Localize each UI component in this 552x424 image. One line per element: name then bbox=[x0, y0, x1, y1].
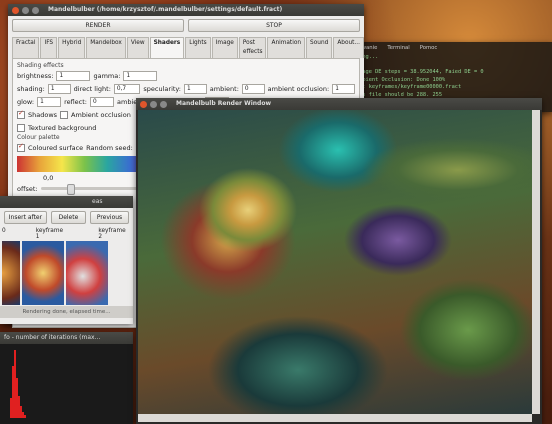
settings-tabs: Fractal IFS Hybrid Mandelbox View Shader… bbox=[8, 35, 364, 58]
coloured-surface-label: Coloured surface bbox=[28, 143, 84, 152]
tab-sound[interactable]: Sound bbox=[306, 37, 333, 58]
minimize-icon[interactable] bbox=[22, 6, 29, 14]
reflect-label: reflect: bbox=[64, 97, 87, 106]
gamma-field[interactable]: 1 bbox=[123, 70, 158, 81]
vertical-scrollbar[interactable] bbox=[532, 110, 540, 414]
keyframe-header: 0 bbox=[2, 228, 6, 234]
main-titlebar[interactable]: Mandelbulber (/home/krzysztof/.mandelbul… bbox=[8, 4, 364, 16]
ambient-occlusion-checkbox[interactable] bbox=[60, 110, 69, 119]
render-button[interactable]: RENDER bbox=[12, 19, 184, 32]
gamma-label: gamma: bbox=[93, 71, 121, 80]
horizontal-scrollbar[interactable] bbox=[138, 414, 532, 422]
terminal-menu-help[interactable]: Pomoc bbox=[420, 45, 438, 51]
close-icon[interactable] bbox=[140, 100, 147, 108]
tab-about[interactable]: About... bbox=[333, 37, 364, 58]
render-window-title: Mandelbulb Render Window bbox=[176, 100, 271, 107]
terminal-line: nace Ambient Occlusion: Done 100% bbox=[340, 76, 446, 83]
keyframe-header: keyframe 1 bbox=[35, 228, 64, 240]
shading-label: shading: bbox=[17, 84, 45, 93]
keyframes-window: eas Insert after Delete Previous 0 keyfr… bbox=[0, 196, 133, 324]
histogram-window: fo - number of iterations (max... bbox=[0, 332, 133, 424]
textured-background-checkbox[interactable] bbox=[17, 123, 25, 132]
shading-field[interactable]: 1 bbox=[47, 83, 71, 94]
histogram-bar bbox=[24, 415, 26, 418]
tab-view[interactable]: View bbox=[126, 37, 149, 58]
brightness-field[interactable]: 1 bbox=[56, 70, 91, 81]
keyframe-thumbnail[interactable] bbox=[2, 241, 20, 305]
histogram-title: fo - number of iterations (max... bbox=[4, 334, 101, 341]
tab-image[interactable]: Image bbox=[211, 37, 238, 58]
tab-hybrid[interactable]: Hybrid bbox=[58, 37, 86, 58]
brightness-label: brightness: bbox=[17, 71, 54, 80]
tab-ifs[interactable]: IFS bbox=[40, 37, 58, 58]
ambient-occlusion-check-label: Ambient occlusion bbox=[71, 110, 131, 119]
keyframes-titlebar[interactable]: eas bbox=[0, 196, 133, 208]
keyframe-header: keyframe 2 bbox=[98, 228, 126, 240]
terminal-line: rendering... bbox=[336, 54, 552, 62]
coloured-surface-checkbox[interactable] bbox=[17, 142, 25, 152]
ambient-label: ambient: bbox=[209, 84, 239, 93]
tab-shaders[interactable]: Shaders bbox=[149, 37, 185, 58]
shadows-label: Shadows bbox=[28, 110, 58, 119]
glow-label: glow: bbox=[17, 97, 35, 106]
offset-slider-handle[interactable] bbox=[66, 184, 75, 195]
window-title: Mandelbulber (/home/krzysztof/.mandelbul… bbox=[48, 6, 283, 13]
tab-fractal[interactable]: Fractal bbox=[12, 37, 40, 58]
textured-background-label: Textured background bbox=[28, 123, 97, 132]
specularity-field[interactable]: 1 bbox=[184, 83, 207, 94]
ambient-occlusion-label: ambient occlusion: bbox=[267, 84, 330, 93]
keyframe-thumbnail[interactable] bbox=[66, 241, 108, 305]
delete-button[interactable]: Delete bbox=[50, 211, 86, 224]
specularity-label: specularity: bbox=[143, 84, 181, 93]
render-window: Mandelbulb Render Window bbox=[136, 98, 542, 424]
keyframe-thumbnail[interactable] bbox=[22, 241, 64, 305]
ambient-occlusion-field[interactable]: 1 bbox=[332, 83, 355, 94]
keyframes-title: eas bbox=[92, 198, 103, 205]
minimize-icon[interactable] bbox=[150, 100, 157, 108]
offset-label: offset: bbox=[17, 184, 38, 193]
terminal-line: Loaded bbox=[336, 62, 552, 70]
insert-after-button[interactable]: Insert after bbox=[4, 211, 47, 224]
direct-light-field[interactable]: 0,7 bbox=[113, 83, 141, 94]
shadows-checkbox[interactable] bbox=[17, 109, 25, 119]
previous-button[interactable]: Previous bbox=[90, 211, 129, 224]
direct-light-label: direct light: bbox=[73, 84, 111, 93]
glow-field[interactable]: 1 bbox=[37, 96, 62, 107]
maximize-icon[interactable] bbox=[32, 6, 39, 14]
reflect-field[interactable]: 0 bbox=[90, 96, 114, 107]
histogram-titlebar[interactable]: fo - number of iterations (max... bbox=[0, 332, 133, 344]
terminal-menu-terminal[interactable]: Terminal bbox=[387, 45, 409, 51]
tab-lights[interactable]: Lights bbox=[185, 37, 211, 58]
maximize-icon[interactable] bbox=[160, 100, 167, 108]
terminal-line: pressed: keyframes/keyframe00000.fract bbox=[340, 84, 462, 90]
tab-mandelbox[interactable]: Mandelbox bbox=[86, 37, 126, 58]
render-titlebar[interactable]: Mandelbulb Render Window bbox=[136, 98, 542, 110]
render-status: Rendering done, elapsed time... bbox=[0, 306, 133, 318]
fractal-render-image[interactable] bbox=[138, 110, 532, 414]
terminal-line: 14 Average DE steps = 38.952044, Faied D… bbox=[340, 69, 484, 75]
random-seed-label: Random seed: bbox=[86, 143, 133, 152]
stop-button[interactable]: STOP bbox=[188, 19, 360, 32]
tab-post-effects[interactable]: Post effects bbox=[238, 37, 267, 58]
shading-group-label: Shading effects bbox=[17, 62, 64, 69]
close-icon[interactable] bbox=[12, 6, 19, 14]
terminal-menu: Wyszukiwanie Terminal Pomoc bbox=[336, 42, 552, 54]
tab-animation[interactable]: Animation bbox=[267, 37, 306, 58]
ambient-field[interactable]: 0 bbox=[241, 83, 265, 94]
